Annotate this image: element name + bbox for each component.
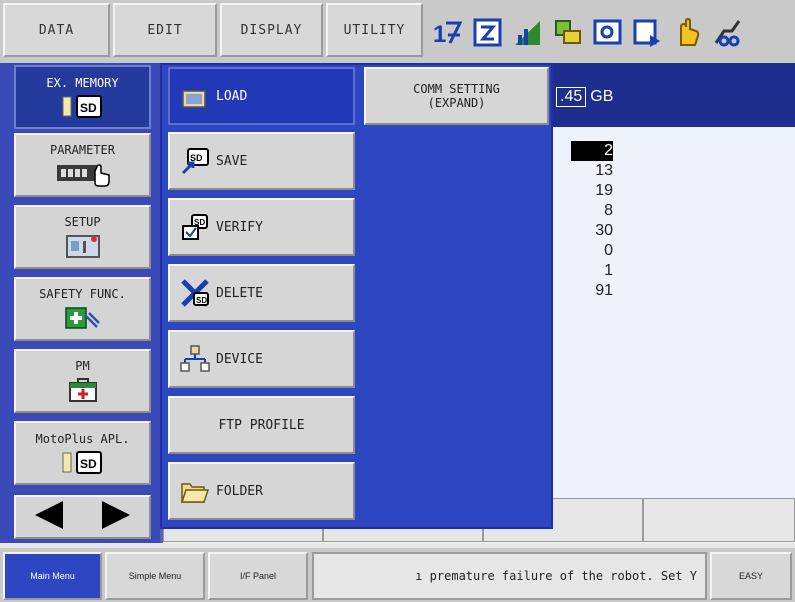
list-value[interactable]: 30 (583, 221, 613, 241)
save-label: SAVE (216, 153, 248, 169)
monitor-icon (592, 17, 623, 48)
arrow-left-icon[interactable] (29, 498, 69, 536)
verify-button[interactable]: SD VERIFY (168, 198, 355, 256)
device-icon (180, 344, 210, 374)
sidebar-item-label: SAFETY FUNC. (39, 287, 126, 301)
list-value[interactable]: 0 (583, 241, 613, 261)
job-icon (552, 17, 583, 48)
pendant-screen: DATA EDIT DISPLAY UTILITY 1 .45 GB 2 13 … (0, 0, 795, 602)
list-value[interactable]: 91 (583, 281, 613, 301)
capacity-unit: GB (590, 88, 614, 105)
data-menu-button[interactable]: DATA (3, 3, 110, 57)
svg-text:SD: SD (196, 296, 207, 305)
verify-icon: SD (180, 212, 210, 242)
delete-label: DELETE (216, 285, 263, 301)
list-value[interactable]: 2 (571, 141, 613, 161)
message-line: ı premature failure of the robot. Set Y (312, 552, 707, 600)
comm-setting-sublabel: (EXPAND) (427, 96, 486, 110)
sidebar-item-label: PARAMETER (49, 143, 116, 157)
save-button[interactable]: SD SAVE (168, 132, 355, 190)
if-panel-button[interactable]: I/F Panel (208, 552, 308, 600)
sidebar-item-motoplus-apl[interactable]: MotoPlus APL. SD (14, 421, 151, 485)
page-arrows (14, 495, 151, 539)
device-button[interactable]: DEVICE (168, 330, 355, 388)
servo-icon (712, 17, 743, 48)
svg-text:SD: SD (80, 457, 97, 471)
sidebar-item-ex-memory[interactable]: EX. MEMORY SD (14, 65, 151, 129)
comm-setting-button[interactable]: COMM SETTING (EXPAND) (364, 67, 549, 125)
comm-setting-label: COMM SETTING (413, 82, 500, 96)
top-menu-bar: DATA EDIT DISPLAY UTILITY 1 (0, 0, 795, 63)
folder-icon (180, 476, 210, 506)
delete-icon: SD (180, 278, 210, 308)
folder-button[interactable]: FOLDER (168, 462, 355, 520)
signal-icon (512, 17, 543, 48)
value-list: 2 13 19 8 30 0 1 91 (571, 141, 613, 301)
main-menu-button[interactable]: Main Menu (3, 552, 102, 600)
sidebar-item-setup[interactable]: SETUP (14, 205, 151, 269)
main-menu-sidebar: EX. MEMORY SD PARAMETER SETUP SAFETY FUN… (0, 63, 160, 543)
first-aid-kit-icon (67, 377, 99, 403)
capacity-value: .45 (556, 87, 587, 107)
save-icon: SD (180, 146, 210, 176)
arrow-right-icon[interactable] (96, 498, 136, 536)
status-icons: 1 (432, 12, 743, 52)
svg-text:1: 1 (433, 21, 446, 48)
verify-label: VERIFY (216, 219, 263, 235)
edit-mode-icon (472, 17, 503, 48)
list-value[interactable]: 13 (583, 161, 613, 181)
list-value[interactable]: 1 (583, 261, 613, 281)
setup-icon (65, 233, 101, 259)
parameter-icon (55, 161, 111, 187)
delete-button[interactable]: SD DELETE (168, 264, 355, 322)
sidebar-item-label: MotoPlus APL. (35, 432, 130, 446)
ftp-profile-label: FTP PROFILE (218, 417, 305, 433)
utility-menu-button[interactable]: UTILITY (326, 3, 423, 57)
device-label: DEVICE (216, 351, 263, 367)
footer-cell[interactable] (643, 498, 795, 542)
sd-card-icon: SD (61, 94, 105, 118)
display-menu-button[interactable]: DISPLAY (220, 3, 323, 57)
load-label: LOAD (216, 88, 248, 104)
load-button[interactable]: LOAD (168, 67, 355, 125)
load-icon (180, 81, 210, 111)
coordinate-icon: 1 (432, 17, 463, 48)
sidebar-item-label: SETUP (64, 215, 101, 229)
svg-text:SD: SD (80, 101, 97, 115)
easy-button[interactable]: EASY (710, 552, 792, 600)
edit-menu-button[interactable]: EDIT (113, 3, 217, 57)
sidebar-item-parameter[interactable]: PARAMETER (14, 133, 151, 197)
ftp-profile-button[interactable]: FTP PROFILE (168, 396, 355, 454)
memory-capacity: .45 GB (556, 87, 613, 107)
simple-menu-button[interactable]: Simple Menu (105, 552, 205, 600)
folder-label: FOLDER (216, 483, 263, 499)
hand-icon (672, 17, 703, 48)
sidebar-item-safety-func[interactable]: SAFETY FUNC. (14, 277, 151, 341)
safety-icon (63, 305, 103, 331)
sidebar-item-label: PM (75, 359, 90, 373)
bottom-bar: Main Menu Simple Menu I/F Panel ı premat… (0, 548, 795, 602)
list-value[interactable]: 19 (583, 181, 613, 201)
play-mode-icon (632, 17, 663, 48)
sidebar-item-pm[interactable]: PM (14, 349, 151, 413)
list-value[interactable]: 8 (583, 201, 613, 221)
sd-card-icon: SD (61, 450, 105, 474)
ex-memory-submenu: LOAD COMM SETTING (EXPAND) SD SAVE SD VE… (160, 63, 553, 529)
sidebar-item-label: EX. MEMORY (46, 76, 119, 90)
